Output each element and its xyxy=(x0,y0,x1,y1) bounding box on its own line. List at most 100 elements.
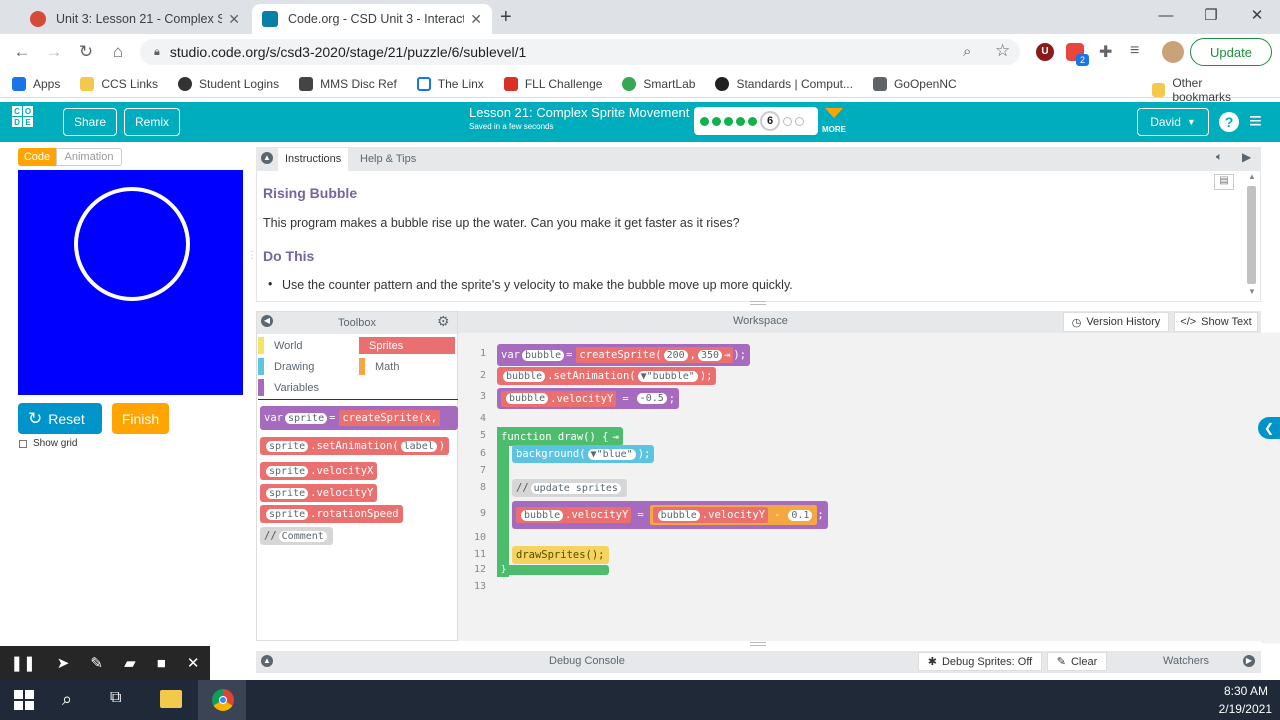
level-dot[interactable] xyxy=(748,116,757,126)
minimize-icon[interactable]: — xyxy=(1143,2,1189,30)
bookmark-goopennc[interactable]: GoOpenNC xyxy=(872,76,957,91)
resize-grip[interactable] xyxy=(750,642,766,646)
windows-start-icon[interactable] xyxy=(14,690,34,710)
category-sprites[interactable]: Sprites xyxy=(359,337,455,354)
block-slot[interactable]: sprite xyxy=(266,508,309,520)
close-recorder-icon[interactable]: ✕ xyxy=(187,654,200,672)
code-slot[interactable]: bubble xyxy=(521,509,564,521)
toolbox-block-setanimation[interactable]: sprite .setAnimation( label ) xyxy=(260,437,450,455)
bookmark-apps[interactable]: Apps xyxy=(12,76,60,91)
code-line-9[interactable]: bubble .velocityY = bubble .velocityY - … xyxy=(512,501,828,529)
maximize-icon[interactable]: ❐ xyxy=(1188,2,1234,30)
code-math-block[interactable]: bubble .velocityY - 0.1 xyxy=(649,505,818,525)
close-icon[interactable]: ✕ xyxy=(228,11,240,28)
toolbox-block-rotationspeed[interactable]: sprite .rotationSpeed xyxy=(260,505,403,523)
scroll-up-icon[interactable]: ▲ xyxy=(1248,172,1256,181)
zoom-icon[interactable]: ⌕ xyxy=(963,43,971,60)
bookmark-mms[interactable]: MMS Disc Ref xyxy=(299,76,397,91)
debug-sprites-button[interactable]: ✱ Debug Sprites: Off xyxy=(918,652,1042,671)
code-tab[interactable]: Code xyxy=(18,148,56,166)
tab-codeorg[interactable]: Code.org - CSD Unit 3 - Interactive... ✕ xyxy=(252,4,492,34)
resize-grip[interactable] xyxy=(750,301,766,305)
speaker-icon[interactable]: 🔈︎ xyxy=(1216,151,1223,164)
reset-button[interactable]: ↻ Reset xyxy=(18,403,102,434)
tab-instructions[interactable]: Instructions xyxy=(278,148,349,171)
profile-avatar[interactable] xyxy=(1162,41,1184,63)
code-velocity-block[interactable]: bubble .velocityY xyxy=(516,507,632,523)
update-button[interactable]: Update xyxy=(1190,38,1272,66)
taskbar-date[interactable]: 2/19/2021 xyxy=(1208,702,1272,716)
block-slot[interactable]: sprite xyxy=(284,412,328,424)
new-tab-button[interactable]: + xyxy=(500,6,512,29)
bookmark-ccs-links[interactable]: CCS Links xyxy=(80,76,158,91)
code-line-3[interactable]: bubble .velocityY = -0.5 ; xyxy=(497,388,680,409)
star-icon[interactable]: ☆ xyxy=(995,41,1010,61)
close-icon[interactable]: ✕ xyxy=(470,11,482,28)
tab-unit3[interactable]: Unit 3: Lesson 21 - Complex Sprite... ✕ xyxy=(20,4,250,34)
block-slot[interactable]: label xyxy=(400,440,437,452)
hamburger-menu-icon[interactable]: ≡ xyxy=(1249,108,1262,134)
code-slot[interactable]: bubble xyxy=(506,393,549,404)
level-dot[interactable] xyxy=(700,116,709,126)
other-bookmarks[interactable]: Other bookmarks xyxy=(1152,76,1260,104)
finish-button[interactable]: Finish xyxy=(112,403,169,434)
forward-icon[interactable]: → xyxy=(42,42,66,62)
media-icon[interactable]: ≡ xyxy=(1130,42,1139,60)
home-icon[interactable]: ⌂ xyxy=(106,42,130,62)
code-slot[interactable]: bubble xyxy=(521,349,565,361)
level-dot[interactable] xyxy=(724,116,733,126)
category-variables[interactable]: Variables xyxy=(258,379,354,396)
code-dropdown[interactable]: ▼"bubble" xyxy=(637,370,698,382)
category-drawing[interactable]: Drawing xyxy=(258,358,354,375)
pen-icon[interactable]: ✎ xyxy=(90,654,103,672)
pointer-icon[interactable]: ➤ xyxy=(57,654,70,672)
code-line-2[interactable]: bubble .setAnimation( ▼"bubble" ); xyxy=(497,367,717,385)
reload-icon[interactable]: ↻ xyxy=(74,42,98,62)
file-explorer-icon[interactable] xyxy=(160,690,182,708)
code-velocity-block[interactable]: bubble .velocityY xyxy=(501,390,617,407)
help-icon[interactable]: ? xyxy=(1219,112,1239,132)
block-slot[interactable]: sprite xyxy=(266,440,309,452)
task-view-icon[interactable]: ⧉ xyxy=(110,689,121,707)
code-slot[interactable]: bubble xyxy=(503,370,546,382)
search-icon[interactable]: ⌕ xyxy=(62,689,72,710)
code-slot[interactable]: bubble xyxy=(657,509,700,521)
bookmark-student-logins[interactable]: Student Logins xyxy=(178,76,279,91)
toolbox-block-velocityy[interactable]: sprite .velocityY xyxy=(260,484,378,502)
version-history-button[interactable]: ◷ Version History xyxy=(1063,312,1169,332)
level-dot[interactable] xyxy=(783,116,792,126)
toolbox-block-var-create[interactable]: var sprite = createSprite(x, xyxy=(260,406,458,430)
bookmark-smartlab[interactable]: SmartLab xyxy=(622,76,695,91)
immersive-reader-icon[interactable]: ▤ xyxy=(1214,174,1234,190)
codeorg-logo[interactable]: C O D E xyxy=(12,106,44,138)
pause-icon[interactable]: ❚❚ xyxy=(11,654,36,672)
code-line-8[interactable]: // update sprites xyxy=(512,479,627,497)
toolbox-block-comment[interactable]: // Comment xyxy=(260,527,333,545)
extension-u-icon[interactable]: U xyxy=(1036,43,1054,61)
current-level[interactable]: 6 xyxy=(760,111,780,131)
show-grid-checkbox[interactable] xyxy=(19,440,27,448)
block-slot[interactable]: sprite xyxy=(266,487,309,499)
gear-icon[interactable]: ⚙ xyxy=(437,313,450,330)
play-icon[interactable]: ▶ xyxy=(1242,150,1251,164)
code-line-6[interactable]: background( ▼"blue" ); xyxy=(512,445,655,463)
bookmark-standards[interactable]: Standards | Comput... xyxy=(715,76,853,91)
code-line-5[interactable]: function draw() { ⇥ xyxy=(497,427,623,446)
highlighter-icon[interactable]: ▰ xyxy=(124,654,136,672)
code-createsprite-block[interactable]: createSprite( 200 , 350 ⇥ xyxy=(576,347,734,363)
toolbox-collapse-icon[interactable]: ◀ xyxy=(261,315,273,327)
code-slot[interactable]: 200 xyxy=(663,349,688,361)
toolbox-block-velocityx[interactable]: sprite .velocityX xyxy=(260,462,378,480)
taskbar-time[interactable]: 8:30 AM xyxy=(1218,684,1268,698)
code-comment-slot[interactable]: update sprites xyxy=(530,482,621,494)
code-dropdown[interactable]: ▼"blue" xyxy=(587,448,636,460)
level-dot[interactable] xyxy=(795,116,804,126)
animation-tab[interactable]: Animation xyxy=(56,148,122,166)
category-world[interactable]: World xyxy=(258,337,354,354)
level-dot[interactable] xyxy=(712,116,721,126)
bookmark-fll[interactable]: FLL Challenge xyxy=(503,76,602,91)
close-window-icon[interactable]: ✕ xyxy=(1234,2,1280,30)
bookmark-linx[interactable]: The Linx xyxy=(416,76,484,91)
watchers-expand-icon[interactable]: ▶ xyxy=(1243,655,1255,667)
instructions-scrollbar[interactable] xyxy=(1247,186,1256,284)
